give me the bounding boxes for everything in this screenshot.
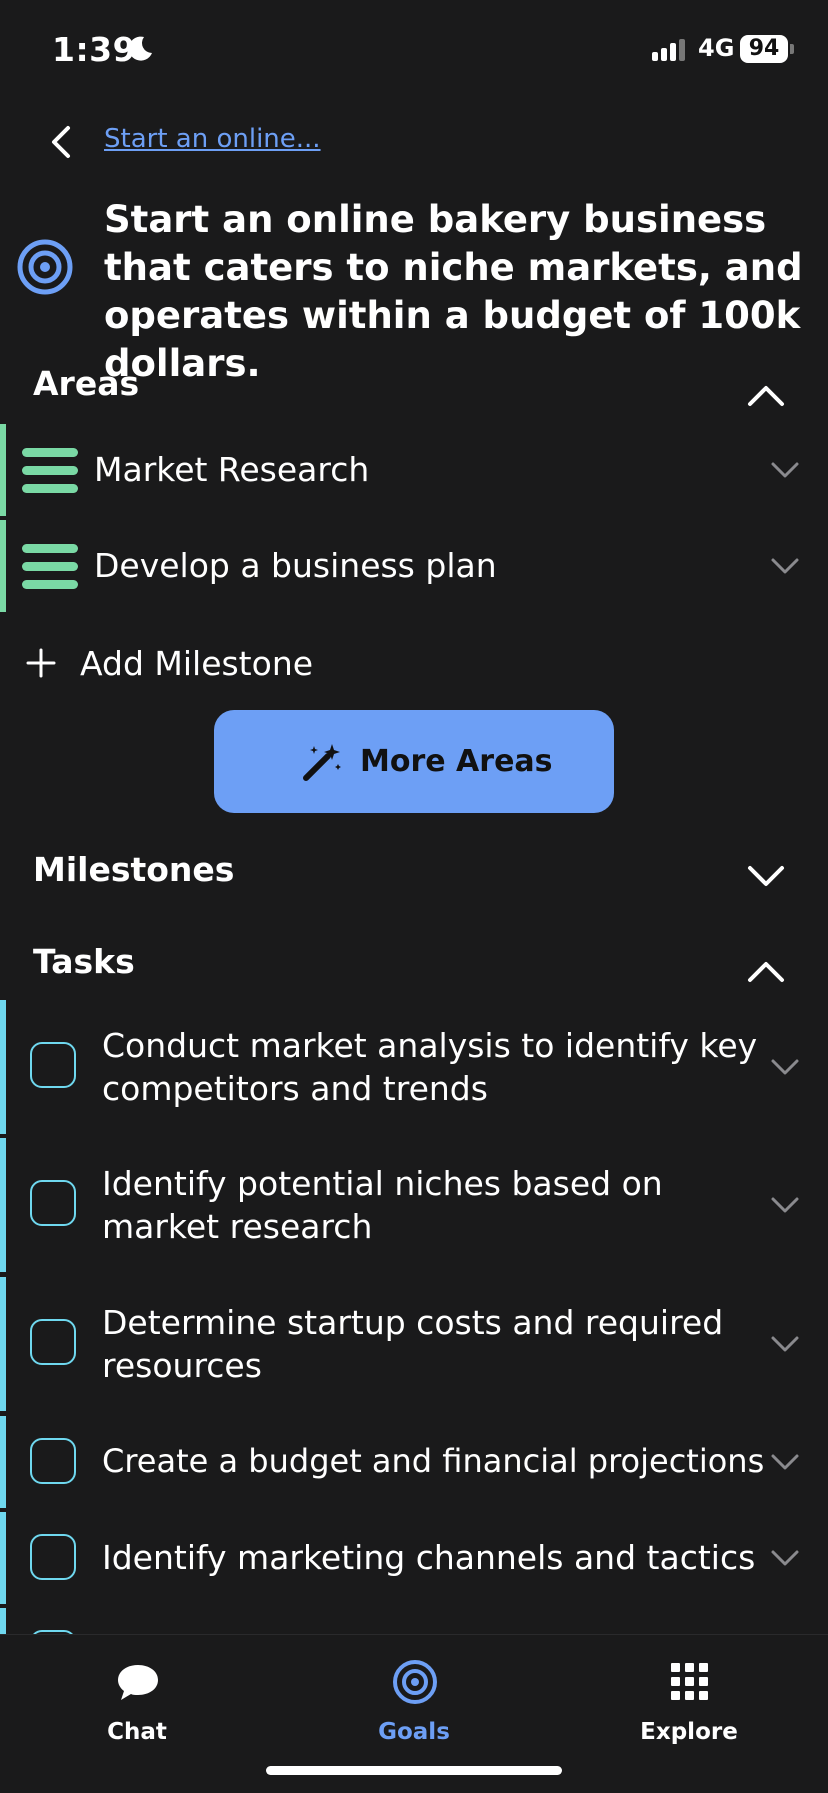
area-label: Develop a business plan — [94, 546, 497, 585]
chevron-down-icon[interactable] — [746, 864, 786, 890]
task-label: Determine startup costs and required res… — [102, 1303, 724, 1385]
task-item[interactable]: Identify potential niches based on marke… — [0, 1138, 828, 1272]
add-milestone-label: Add Milestone — [80, 644, 314, 683]
area-color-bar — [0, 520, 6, 612]
chevron-down-icon[interactable] — [770, 1195, 800, 1215]
chevron-down-icon[interactable] — [770, 1452, 800, 1472]
target-icon — [17, 239, 73, 295]
task-checkbox[interactable] — [30, 1319, 76, 1365]
chevron-down-icon[interactable] — [770, 556, 800, 576]
chevron-up-icon[interactable] — [746, 382, 786, 408]
task-color-bar — [0, 1138, 6, 1272]
plus-icon — [26, 648, 56, 678]
more-areas-label: More Areas — [360, 744, 553, 779]
moon-icon — [128, 36, 152, 61]
task-item[interactable]: Identify marketing channels and tactics — [0, 1512, 828, 1604]
menu-lines-icon — [22, 448, 78, 496]
task-label: Conduct market analysis to identify key … — [102, 1026, 758, 1108]
milestones-header[interactable]: Milestones — [33, 850, 234, 889]
tab-goals-label: Goals — [378, 1719, 450, 1745]
task-label: Identify marketing channels and tactics — [102, 1538, 756, 1577]
task-checkbox[interactable] — [30, 1534, 76, 1580]
tab-explore-label: Explore — [640, 1719, 738, 1745]
chevron-up-icon[interactable] — [746, 958, 786, 984]
task-color-bar — [0, 1608, 6, 1634]
chevron-down-icon[interactable] — [770, 1057, 800, 1077]
chevron-down-icon[interactable] — [770, 1334, 800, 1354]
area-label: Market Research — [94, 450, 370, 489]
network-type: 4G — [698, 34, 735, 62]
task-checkbox[interactable] — [30, 1438, 76, 1484]
task-checkbox[interactable] — [30, 1180, 76, 1226]
chat-bubble-icon — [118, 1665, 158, 1700]
area-item[interactable]: Market Research — [0, 424, 828, 516]
tab-chat-label: Chat — [107, 1719, 167, 1745]
task-color-bar — [0, 1277, 6, 1411]
status-bar: 1:39 4G 94 — [0, 0, 828, 100]
tab-goals[interactable]: Goals — [334, 1647, 494, 1747]
task-color-bar — [0, 1416, 6, 1508]
task-label: Identify potential niches based on marke… — [102, 1164, 663, 1246]
task-item[interactable]: Determine startup costs and required res… — [0, 1277, 828, 1411]
tasks-header[interactable]: Tasks — [33, 942, 135, 981]
chevron-down-icon[interactable] — [770, 460, 800, 480]
grid-icon — [671, 1663, 708, 1700]
area-item[interactable]: Develop a business plan — [0, 520, 828, 612]
chevron-down-icon[interactable] — [770, 1548, 800, 1568]
task-item[interactable]: Conduct market analysis to identify key … — [0, 1000, 828, 1134]
task-color-bar — [0, 1512, 6, 1604]
goal-title: Start an online bakery business that cat… — [104, 198, 803, 385]
tab-chat[interactable]: Chat — [57, 1647, 217, 1747]
areas-header[interactable]: Areas — [33, 364, 139, 403]
task-checkbox[interactable] — [30, 1042, 76, 1088]
task-item[interactable]: Create a budget and financial projection… — [0, 1416, 828, 1508]
battery-cap — [790, 44, 794, 54]
battery-icon: 94 — [740, 35, 788, 63]
back-arrow-icon[interactable] — [42, 120, 82, 164]
status-time: 1:39 — [52, 30, 137, 69]
magic-wand-icon — [303, 744, 341, 781]
target-icon — [393, 1660, 437, 1704]
task-color-bar — [0, 1000, 6, 1134]
breadcrumb-link[interactable]: Start an online... — [104, 124, 321, 154]
area-color-bar — [0, 424, 6, 516]
task-item-partial[interactable] — [0, 1608, 828, 1676]
home-indicator[interactable] — [266, 1766, 562, 1775]
tab-explore[interactable]: Explore — [609, 1647, 769, 1747]
menu-lines-icon — [22, 544, 78, 592]
more-areas-button[interactable]: More Areas — [214, 710, 614, 813]
task-label: Create a budget and financial projection… — [102, 1442, 765, 1480]
